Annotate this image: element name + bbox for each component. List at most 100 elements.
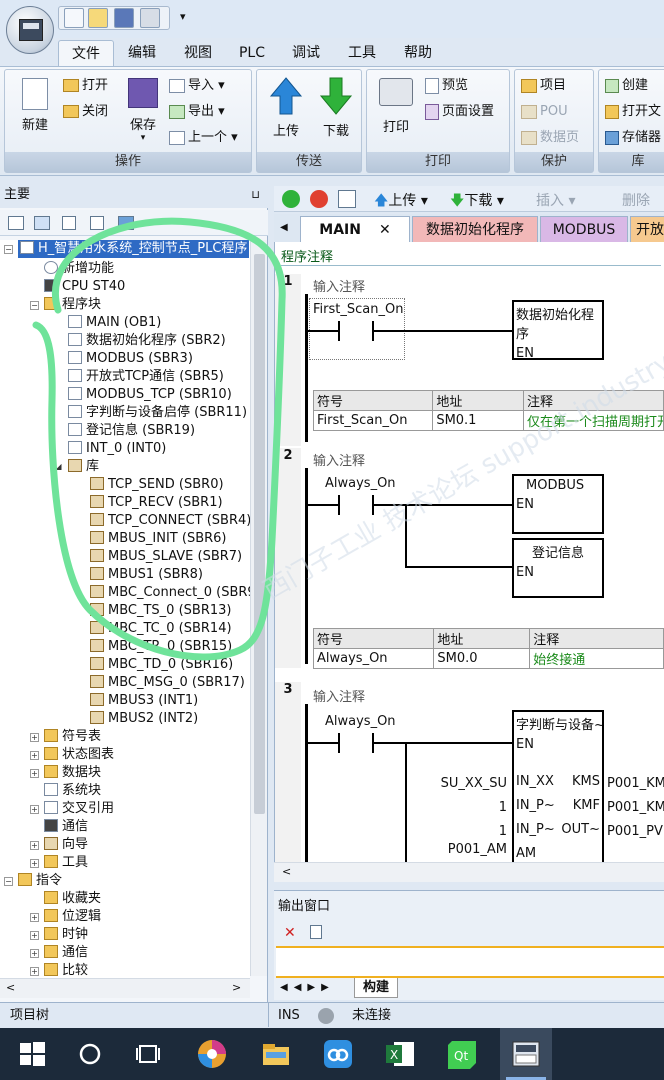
tab-build[interactable]: 构建 [354,978,399,998]
tab-nav-icon[interactable]: ◀◀▶▶ [280,982,335,993]
tree-item-pou[interactable]: 开放式TCP通信 (SBR5) [68,368,224,386]
out-operand[interactable]: P001_KM [607,800,664,815]
expand-icon[interactable]: + [30,751,39,760]
in-operand[interactable]: 1 [437,800,507,815]
download-button[interactable]: 下载 [313,76,359,139]
tree-item-library[interactable]: 库 [68,458,99,476]
output-content[interactable] [276,946,664,978]
out-operand[interactable]: P001_PV [607,824,663,839]
no-contact[interactable] [338,321,374,341]
tree-item-tools[interactable]: 工具 [44,854,88,872]
tab-help[interactable]: 帮助 [398,40,438,66]
tree-item-lib-pou[interactable]: MBUS2 (INT2) [90,710,198,728]
tree-item-lib-pou[interactable]: TCP_SEND (SBR0) [90,476,224,494]
tree-item-pou[interactable]: MODBUS (SBR3) [68,350,193,368]
out-operand[interactable]: P001_KM [607,776,664,791]
tree-item-lib-pou[interactable]: TCP_RECV (SBR1) [90,494,223,512]
tab-open-tcp[interactable]: 开放 [630,216,664,242]
application-button[interactable] [6,6,54,54]
properties-icon[interactable] [90,216,104,230]
excel-icon[interactable]: X [384,1038,416,1070]
tree-item-lib-pou[interactable]: MBC_MSG_0 (SBR17) [90,674,245,692]
tab-main[interactable]: MAIN ✕ [300,216,410,242]
tree-root[interactable]: H_智慧用水系统_控制节点_PLC程序 [18,240,250,258]
clear-icon[interactable]: ✕ [284,925,296,941]
tree-item-lib-pou[interactable]: MBUS_SLAVE (SBR7) [90,548,242,566]
save-button[interactable]: 保存 ▾ [121,78,165,143]
save-icon[interactable] [114,8,134,28]
no-contact[interactable] [338,733,374,753]
tab-data-init[interactable]: 数据初始化程序 [412,216,538,242]
subroutine-box[interactable]: 登记信息 EN [512,538,604,598]
expand-icon[interactable]: + [30,841,39,850]
tree-item-lib-pou[interactable]: MBUS1 (SBR8) [90,566,203,584]
tree-item-cross-ref[interactable]: 交叉引用 [44,800,114,818]
ladder-editor[interactable]: 程序注释 1 输入注释 First_Scan_On 数据初始化程序 EN 符号地… [274,242,664,870]
tree-item-system-block[interactable]: 系统块 [44,782,101,800]
tab-plc[interactable]: PLC [234,40,270,66]
view-icon[interactable] [8,216,24,230]
collapse-icon[interactable]: − [30,301,39,310]
page-setup-button[interactable]: 页面设置 [425,102,494,122]
tree-item-pou[interactable]: MODBUS_TCP (SBR10) [68,386,232,404]
tree-item-comm-instr[interactable]: 通信 [44,944,88,962]
subroutine-box[interactable]: MODBUS EN [512,474,604,534]
create-library-button[interactable]: 创建 [605,76,648,96]
datapage-protect-button[interactable]: 数据页 [521,128,579,148]
scroll-thumb[interactable] [254,254,265,814]
tree-horizontal-scrollbar[interactable]: < > [0,978,250,998]
tree-item-lib-pou[interactable]: MBC_TS_0 (SBR13) [90,602,231,620]
program-comment[interactable]: 程序注释 [281,246,661,266]
tree-item-wizard[interactable]: 向导 [44,836,88,854]
tab-file[interactable]: 文件 [58,40,114,66]
compile-icon[interactable] [338,190,356,208]
network-comment[interactable]: 输入注释 [313,686,365,705]
copy-icon[interactable] [310,925,322,939]
expand-icon[interactable]: + [30,949,39,958]
insert-button[interactable]: 插入 ▾ [536,190,575,210]
doc-icon[interactable] [62,216,76,230]
tree-item-status-chart[interactable]: 状态图表 [44,746,114,764]
baidu-netdisk-icon[interactable] [322,1038,354,1070]
task-view-icon[interactable] [132,1038,164,1070]
run-icon[interactable] [282,190,300,208]
network-comment[interactable]: 输入注释 [313,276,365,295]
subroutine-box[interactable]: 数据初始化程序 EN [512,300,604,361]
table-icon[interactable] [34,216,50,230]
open-button[interactable]: 打开 [63,76,108,96]
windows-start-icon[interactable] [16,1038,48,1070]
tab-modbus[interactable]: MODBUS [540,216,628,242]
preview-button[interactable]: 预览 [425,76,468,96]
expand-icon[interactable]: + [30,967,39,976]
expand-icon[interactable]: + [30,859,39,868]
tab-edit[interactable]: 编辑 [122,40,162,66]
export-button[interactable]: 导出 ▾ [169,102,225,122]
tab-scroll-left-icon[interactable]: ◀ [280,222,288,233]
tree-item-pou[interactable]: 字判断与设备启停 (SBR11) [68,404,247,422]
collapse-icon[interactable]: − [4,245,13,254]
collapse-icon[interactable]: − [4,877,13,886]
expand-icon[interactable]: + [30,913,39,922]
tab-debug[interactable]: 调试 [286,40,326,66]
file-explorer-icon[interactable] [260,1038,292,1070]
pin-icon[interactable]: ⊔ [251,182,260,208]
expand-icon[interactable]: + [30,769,39,778]
previous-button[interactable]: 上一个 ▾ [169,128,238,148]
tree-item-program-block[interactable]: 程序块 [44,296,101,314]
pou-protect-button[interactable]: POU [521,102,568,122]
open-library-button[interactable]: 打开文 [605,102,661,122]
tree-item-instructions[interactable]: 指令 [18,872,62,890]
tree-item-pou[interactable]: INT_0 (INT0) [68,440,166,458]
tree-item-data-block[interactable]: 数据块 [44,764,101,782]
tree-item-lib-pou[interactable]: MBUS_INIT (SBR6) [90,530,227,548]
stop-icon[interactable] [310,190,328,208]
expand-icon[interactable]: + [30,733,39,742]
in-operand[interactable]: SU_XX_SU [437,776,507,791]
download-toolbar-button[interactable]: 🡇下载 ▾ [450,190,504,214]
close-button[interactable]: 关闭 [63,102,108,122]
tab-view[interactable]: 视图 [178,40,218,66]
close-icon[interactable]: ✕ [379,222,391,238]
tree-item-pou[interactable]: MAIN (OB1) [68,314,161,332]
expand-icon[interactable]: + [30,931,39,940]
expand-arrow-icon[interactable]: ◢ [54,463,63,472]
